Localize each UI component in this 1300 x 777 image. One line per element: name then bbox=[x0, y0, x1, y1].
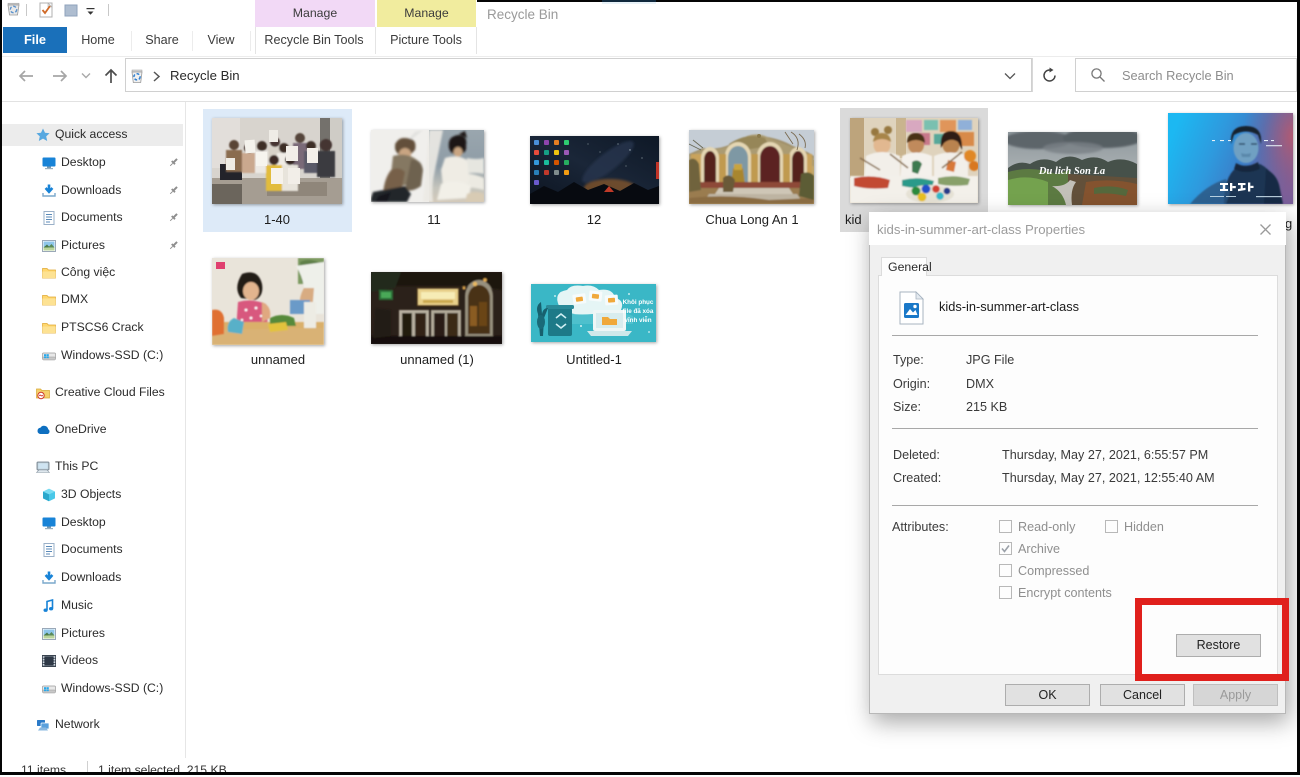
svg-text:Du lich Son La: Du lich Son La bbox=[1038, 166, 1105, 177]
svg-text:file đã xóa: file đã xóa bbox=[623, 308, 654, 315]
svg-text:vĩnh viễn: vĩnh viễn bbox=[624, 315, 651, 324]
svg-text:Khôi phục: Khôi phục bbox=[623, 299, 654, 306]
